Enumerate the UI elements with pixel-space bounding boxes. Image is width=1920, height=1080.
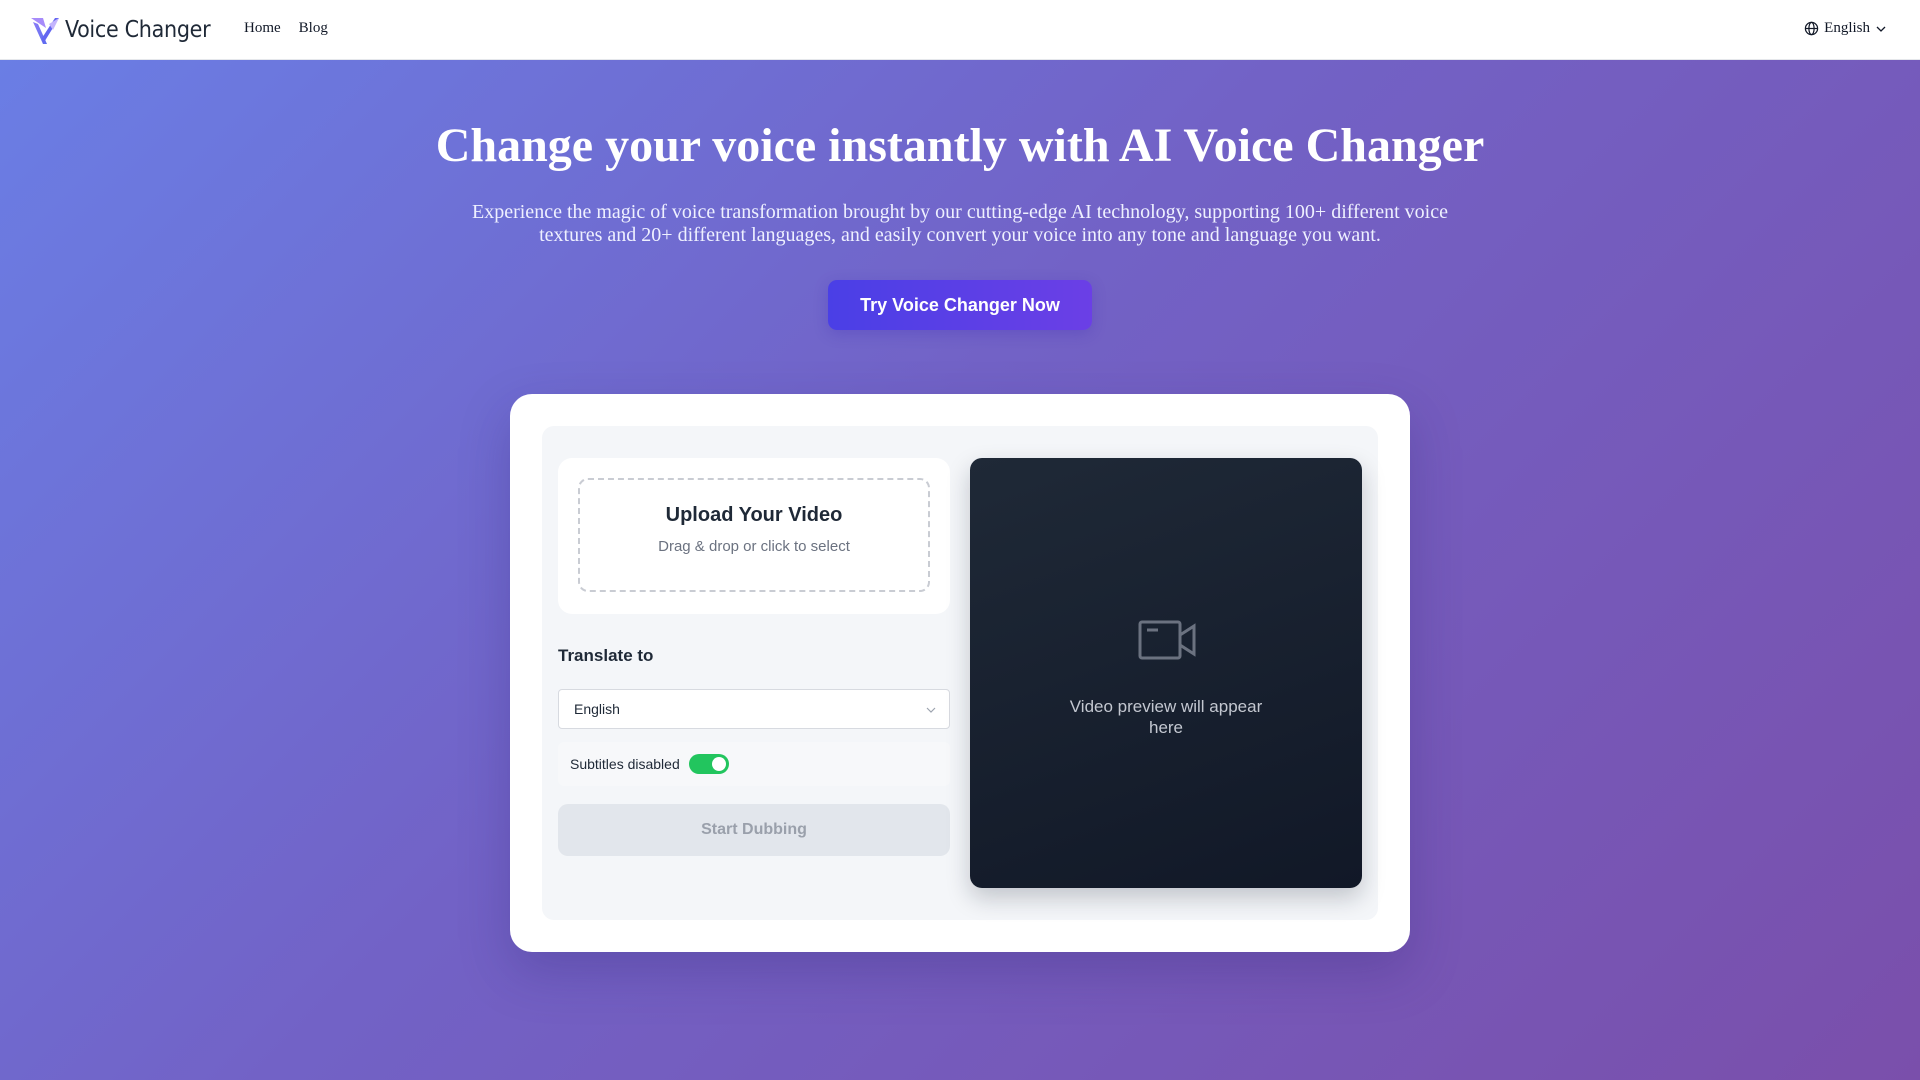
start-dubbing-button[interactable]: Start Dubbing (558, 804, 950, 856)
dubbing-workspace: Upload Your Video Drag & drop or click t… (542, 426, 1378, 920)
nav-blog-link[interactable]: Blog (299, 20, 328, 37)
subtitles-row: Subtitles disabled (558, 742, 950, 786)
translate-label: Translate to (558, 646, 654, 665)
upload-title: Upload Your Video (665, 504, 843, 526)
hero-subtitle: Experience the magic of voice transforma… (472, 201, 1448, 246)
site-logo[interactable]: Voice Changer (29, 14, 211, 46)
subtitles-label: Subtitles disabled (570, 756, 680, 772)
subtitles-toggle[interactable] (689, 754, 729, 774)
video-preview-panel: Video preview will appear here (970, 458, 1362, 888)
hero-title: Change your voice instantly with AI Voic… (435, 119, 1485, 172)
dubbing-card: Upload Your Video Drag & drop or click t… (510, 394, 1410, 952)
upload-hint: Drag & drop or click to select (658, 538, 850, 555)
toggle-knob (712, 757, 726, 771)
chevron-down-icon (1876, 26, 1886, 32)
globe-icon (1804, 21, 1819, 36)
language-selector[interactable]: English (1804, 20, 1887, 37)
chevron-down-icon (926, 707, 936, 713)
video-dropzone[interactable]: Upload Your Video Drag & drop or click t… (578, 478, 930, 592)
language-label: English (1824, 20, 1870, 36)
preview-placeholder-text: Video preview will appear here (1069, 697, 1263, 737)
try-voice-changer-button[interactable]: Try Voice Changer Now (828, 280, 1092, 330)
target-language-select[interactable]: English (558, 689, 950, 729)
upload-panel: Upload Your Video Drag & drop or click t… (558, 458, 950, 614)
logo-text: Voice Changer (65, 17, 211, 43)
logo-mark-icon (31, 18, 59, 44)
top-navbar: Voice Changer Home Blog English (0, 0, 1920, 60)
video-camera-icon (1138, 620, 1196, 660)
selected-language: English (574, 701, 620, 717)
nav-home-link[interactable]: Home (244, 20, 281, 37)
main-nav: Home Blog (244, 20, 328, 37)
